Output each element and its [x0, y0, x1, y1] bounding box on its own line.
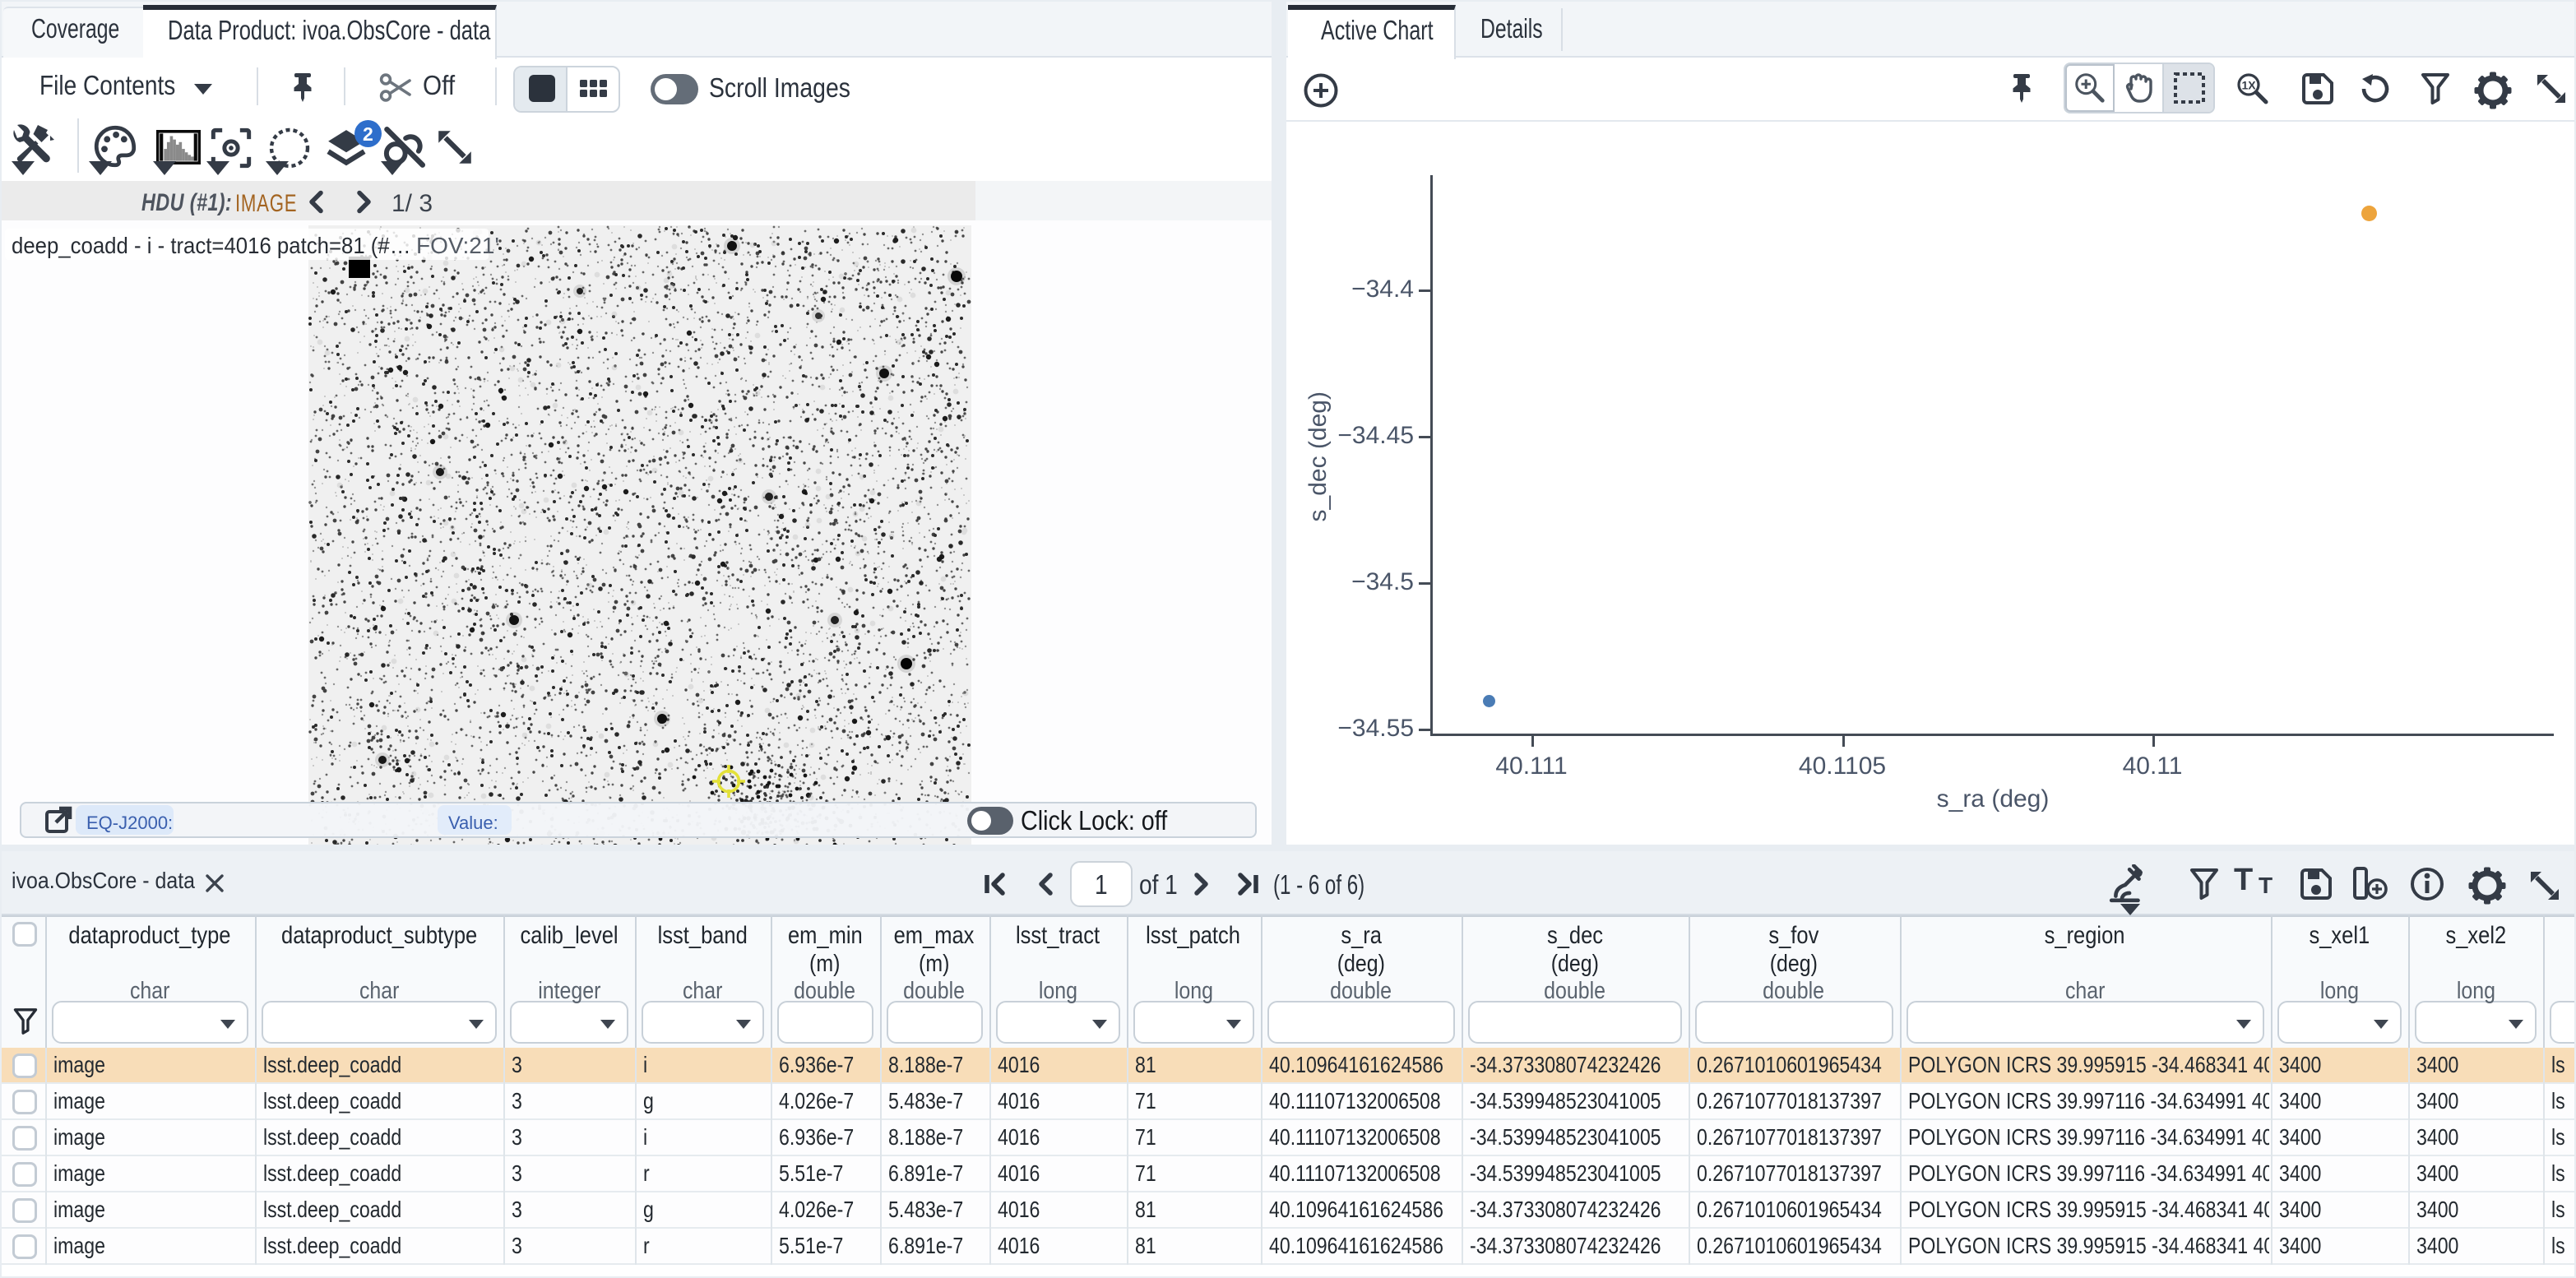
svg-text:1X: 1X: [2241, 79, 2256, 92]
